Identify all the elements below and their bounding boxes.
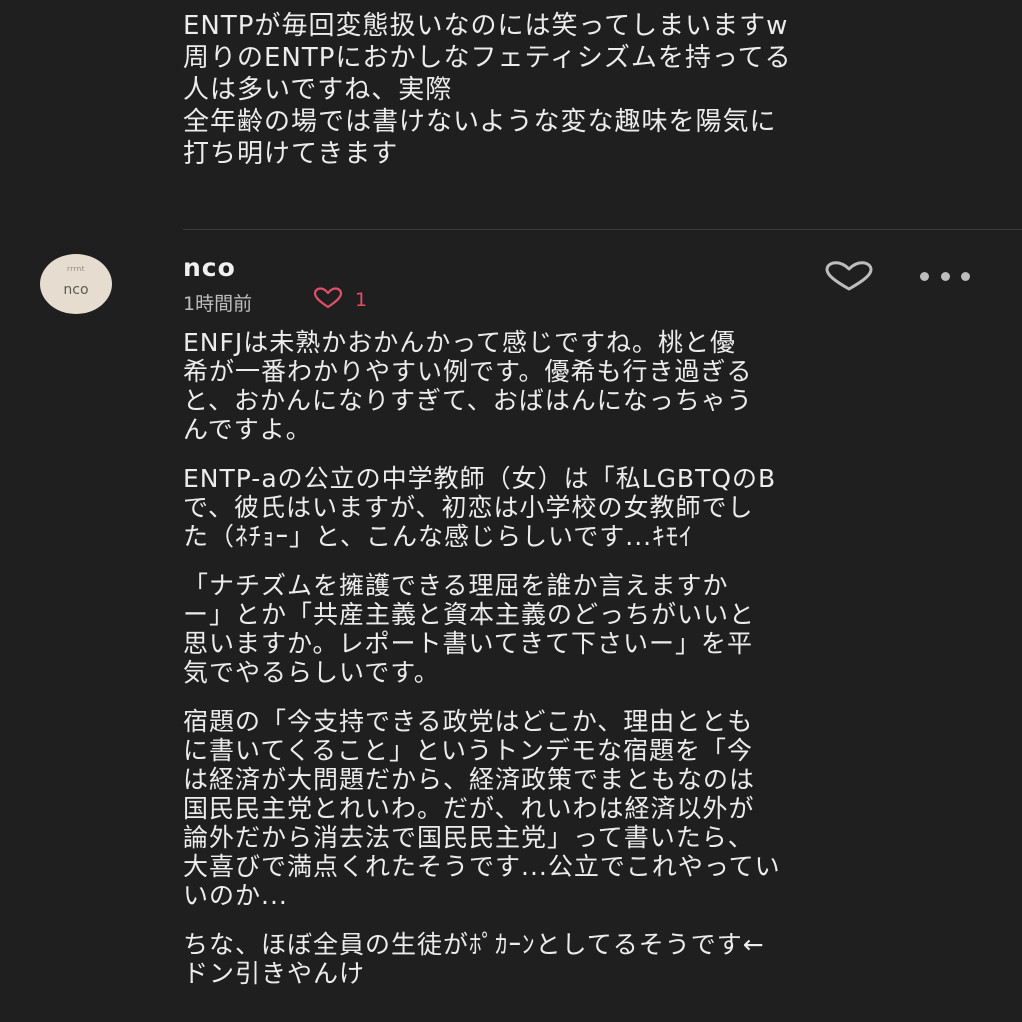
heart-outline-icon — [823, 261, 875, 295]
comment-line: 国民民主党とれいわ。だが、れいわは経済以外が — [183, 794, 755, 823]
previous-comment-line: 人は多いですね、実際 — [183, 75, 453, 105]
previous-comment-line: ENTPが毎回変態扱いなのには笑ってしまいますw — [183, 11, 789, 41]
previous-comment-line: 周りのENTPにおかしなフェティシズムを持ってる — [183, 43, 792, 73]
more-dot — [920, 271, 929, 281]
more-options-button[interactable] — [920, 265, 970, 287]
previous-comment-line: 打ち明けてきます — [183, 139, 399, 169]
timestamp: 1時間前 — [183, 293, 253, 315]
like-count: 1 — [355, 289, 368, 311]
comment-line: で、彼氏はいますが、初恋は小学校の女教師でし — [183, 493, 754, 522]
avatar-tiny-text: rrrnt — [67, 265, 85, 273]
comment-body: ENFJは未熟かおかんかって感じですね。桃と優 希が一番わかりやすい例です。優希… — [183, 328, 1003, 1008]
comment-line: いのか... — [183, 881, 288, 910]
comment-line: た（ﾈﾁｮｰ」と、こんな感じらしいです...ｷﾓｲ — [183, 522, 693, 551]
comment-thread: ENTPが毎回変態扱いなのには笑ってしまいますw 周りのENTPにおかしなフェテ… — [0, 0, 1022, 1022]
like-count-indicator: 1 — [313, 287, 368, 313]
comment-line: 希が一番わかりやすい例です。優希も行き過ぎる — [183, 357, 753, 386]
comment-line: 宿題の「今支持できる政党はどこか、理由ととも — [183, 707, 754, 736]
comment-paragraph: 「ナチズムを擁護できる理屈を誰か言えますか ー」とか「共産主義と資本主義のどっち… — [183, 571, 1003, 687]
comment-line: ちな、ほぼ全員の生徒がﾎﾟｶｰﾝとしてるそうです← — [183, 930, 765, 959]
avatar-name: nco — [63, 282, 89, 298]
comment-paragraph: ENFJは未熟かおかんかって感じですね。桃と優 希が一番わかりやすい例です。優希… — [183, 328, 1003, 444]
comment-paragraph: 宿題の「今支持できる政党はどこか、理由ととも に書いてくること」というトンデモな… — [183, 707, 1003, 910]
comment-paragraph: ちな、ほぼ全員の生徒がﾎﾟｶｰﾝとしてるそうです← ドン引きやんけ — [183, 930, 1003, 988]
more-dot — [940, 271, 950, 281]
previous-comment-text: ENTPが毎回変態扱いなのには笑ってしまいますw 周りのENTPにおかしなフェテ… — [183, 10, 983, 170]
comment-line: ドン引きやんけ — [183, 959, 366, 988]
avatar[interactable]: rrrnt nco — [40, 254, 112, 314]
comment-line: 「ナチズムを擁護できる理屈を誰か言えますか — [183, 571, 729, 600]
comment-paragraph: ENTP-aの公立の中学教師（女）は「私LGBTQのB で、彼氏はいますが、初恋… — [183, 464, 1003, 551]
comment-line: 大喜びで満点くれたそうです...公立でこれやってい — [183, 852, 781, 881]
comment-line: 思いますか。レポート書いてきて下さいー」を平 — [183, 629, 754, 658]
heart-outline-icon — [313, 287, 343, 313]
comment-line: に書いてくること」というトンデモな宿題を「今 — [183, 736, 754, 765]
username[interactable]: nco — [183, 253, 236, 282]
comment-line: ー」とか「共産主義と資本主義のどっちがいいと — [183, 600, 756, 629]
comment-line: は経済が大問題だから、経済政策でまともなのは — [183, 765, 756, 794]
comment-line: ENTP-aの公立の中学教師（女）は「私LGBTQのB — [183, 464, 777, 493]
comment-line: 論外だから消去法で国民民主党」って書いたら、 — [183, 823, 754, 852]
like-button[interactable] — [822, 261, 876, 295]
more-dot — [961, 271, 970, 281]
comment-line: と、おかんになりすぎて、おばはんになっちゃう — [183, 386, 753, 415]
previous-comment-line: 全年齢の場では書けないような変な趣味を陽気に — [183, 107, 777, 137]
comment-line: んですよ。 — [183, 415, 312, 444]
comment-line: ENFJは未熟かおかんかって感じですね。桃と優 — [183, 328, 737, 357]
comment-line: 気でやるらしいです。 — [183, 658, 440, 687]
comment-divider — [183, 229, 1022, 230]
